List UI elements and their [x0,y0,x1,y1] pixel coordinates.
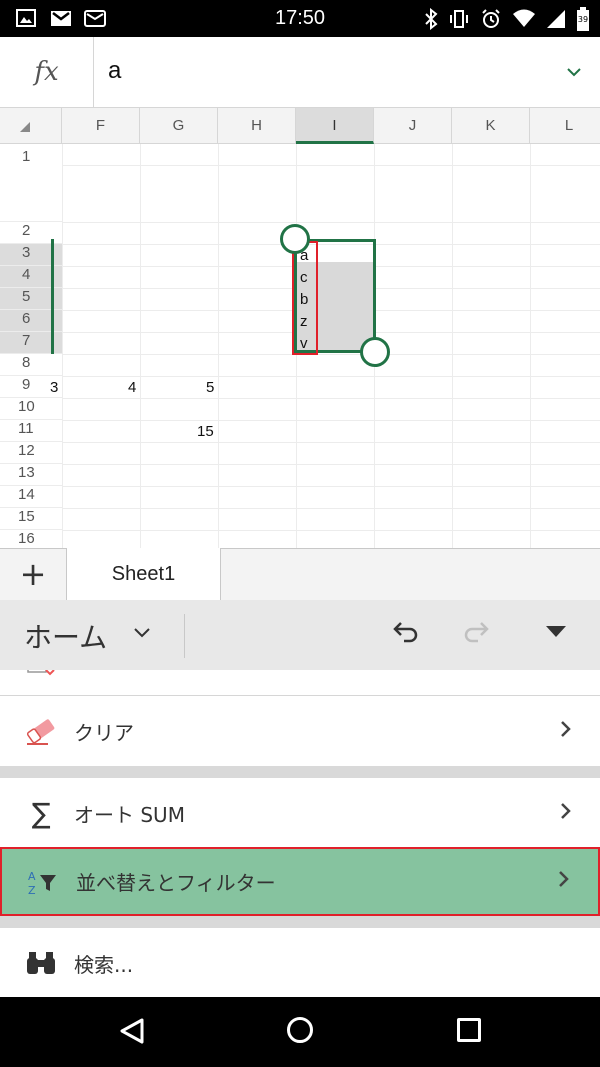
ribbon-tab-home[interactable]: ホーム [24,616,107,656]
ribbon-menu: クリア ∑ オート SUM AZ 並べ替えとフィルター 検索... [0,670,600,997]
undo-icon[interactable] [390,617,420,655]
sheet-tab-sheet1[interactable]: Sheet1 [66,548,221,601]
svg-text:A: A [28,870,36,883]
battery-level: 39 [577,15,589,24]
annotation-highlight-box [292,241,318,355]
svg-text:Z: Z [28,884,36,897]
navigation-bar [0,997,600,1067]
row-selection-indicator [51,239,54,354]
menu-item-sort-filter-label: 並べ替えとフィルター [76,871,276,895]
column-header-i[interactable]: I [296,108,374,144]
column-header-g[interactable]: G [140,108,218,144]
back-icon[interactable] [118,1017,146,1049]
column-header-k[interactable]: K [452,108,530,144]
menu-item-clear[interactable]: クリア [0,696,600,766]
battery-icon: 39 [576,7,590,35]
cell-f9[interactable]: 4 [128,379,136,396]
sort-filter-icon: AZ [26,865,60,899]
chevron-right-icon [560,801,572,826]
menu-item-autosum[interactable]: ∑ オート SUM [0,778,600,848]
selection-end-handle[interactable] [360,337,390,367]
eraser-icon [24,714,58,748]
row-header-14[interactable]: 14 [0,486,62,508]
cell-g9[interactable]: 5 [206,379,214,396]
binoculars-icon [24,946,58,980]
column-header: F G H I J K L [0,108,600,144]
column-header-h[interactable]: H [218,108,296,144]
row-header-1[interactable]: 1 [0,144,62,222]
row-header-10[interactable]: 10 [0,398,62,420]
ribbon-header: ホーム [0,600,600,670]
sheet-tab-bar: + Sheet1 [0,548,600,601]
menu-item-find-label: 検索... [74,952,134,977]
column-header-l[interactable]: L [530,108,600,144]
vibrate-icon [448,8,470,34]
formula-input[interactable]: a [108,57,121,85]
select-all-corner[interactable] [0,108,62,144]
chevron-right-icon [560,719,572,744]
fx-icon[interactable]: fx [0,37,94,107]
sigma-icon: ∑ [31,796,51,830]
chevron-right-icon [558,869,570,894]
recent-apps-icon[interactable] [457,1018,481,1042]
chevron-down-icon[interactable] [133,623,151,644]
cell-g11[interactable]: 15 [197,423,214,440]
signal-icon [546,9,566,33]
menu-previous-item-peek [0,670,600,696]
menu-item-clear-label: クリア [74,720,134,745]
wifi-icon [512,9,536,33]
more-options-icon[interactable] [546,626,566,637]
spreadsheet-grid[interactable]: 1 2 3 4 5 6 7 8 9 10 11 12 13 14 15 16 3… [0,144,600,548]
add-sheet-button[interactable]: + [0,549,66,601]
row-header-13[interactable]: 13 [0,464,62,486]
formula-bar: fx a [0,37,600,108]
row-header-8[interactable]: 8 [0,354,62,376]
redo-icon[interactable] [462,617,492,655]
row-header-16[interactable]: 16 [0,530,62,548]
row-header-15[interactable]: 15 [0,508,62,530]
format-icon [26,670,60,687]
row-header-12[interactable]: 12 [0,442,62,464]
menu-item-find[interactable]: 検索... [0,928,600,998]
selection-start-handle[interactable] [280,224,310,254]
chevron-down-icon[interactable] [566,61,582,82]
menu-item-sort-filter[interactable]: AZ 並べ替えとフィルター [0,847,600,916]
alarm-icon [480,8,502,34]
row-header-11[interactable]: 11 [0,420,62,442]
column-header-j[interactable]: J [374,108,452,144]
column-header-f[interactable]: F [62,108,140,144]
cell-e9[interactable]: 3 [50,379,58,396]
status-bar: 17:50 39 [0,0,600,37]
home-icon[interactable] [287,1017,313,1043]
bluetooth-icon [424,7,438,34]
menu-item-autosum-label: オート SUM [74,802,185,827]
